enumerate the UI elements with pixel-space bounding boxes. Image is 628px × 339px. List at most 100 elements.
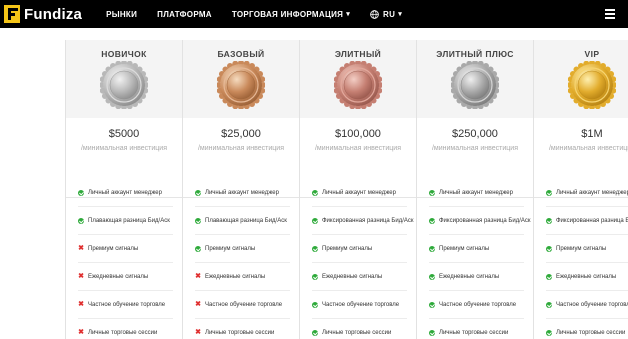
plan-feature-label: Ежедневные сигналы bbox=[556, 273, 617, 280]
plan-features-list: Личный аккаунт менеджер Фиксированная ра… bbox=[300, 179, 417, 339]
plan-feature: Фиксированная разница Бид/Аск bbox=[300, 207, 417, 235]
plan-price: $100,000 bbox=[335, 128, 381, 140]
language-selector[interactable]: RU ▾ bbox=[370, 10, 402, 19]
plan-price-note: /минимальная инвестиция bbox=[80, 145, 167, 152]
check-circle-icon bbox=[429, 302, 435, 308]
plan-feature-label: Плавающая разница Бид/Аск bbox=[205, 217, 287, 224]
check-circle-icon bbox=[546, 274, 552, 280]
check-circle-icon bbox=[312, 246, 318, 252]
brand-logo[interactable]: Fundiza bbox=[4, 0, 82, 28]
fundiza-logo-icon bbox=[4, 5, 20, 23]
plan-feature: Личный аккаунт менеджер bbox=[534, 179, 628, 207]
plan-card[interactable]: ЭЛИТНЫЙ ПЛЮС $250,000 /минимальная инвес… bbox=[416, 40, 533, 339]
cross-icon: ✖ bbox=[78, 329, 84, 336]
check-circle-icon bbox=[429, 330, 435, 336]
cross-icon: ✖ bbox=[78, 301, 84, 308]
plan-feature: ✖ Личные торговые сессии bbox=[66, 319, 183, 339]
nav-markets[interactable]: РЫНКИ bbox=[106, 10, 137, 19]
plan-feature-label: Фиксированная разница Бид/Аск bbox=[556, 217, 628, 224]
plan-feature: Ежедневные сигналы bbox=[300, 263, 417, 291]
plan-header: НОВИЧОК bbox=[66, 40, 182, 118]
hamburger-menu-icon[interactable] bbox=[605, 9, 615, 19]
plan-feature: Частное обучение торговле bbox=[534, 291, 628, 319]
medal-icon bbox=[100, 61, 148, 109]
plan-feature-label: Ежедневные сигналы bbox=[205, 273, 266, 280]
check-circle-icon bbox=[312, 190, 318, 196]
check-circle-icon bbox=[195, 246, 201, 252]
plan-feature: Ежедневные сигналы bbox=[534, 263, 628, 291]
chevron-down-icon: ▾ bbox=[398, 11, 403, 18]
check-circle-icon bbox=[78, 218, 84, 224]
plan-header: ЭЛИТНЫЙ bbox=[300, 40, 416, 118]
plan-feature-label: Частное обучение торговле bbox=[556, 301, 628, 308]
top-navigation-bar: Fundiza РЫНКИ ПЛАТФОРМА ТОРГОВАЯ ИНФОРМА… bbox=[0, 0, 628, 28]
check-circle-icon bbox=[546, 190, 552, 196]
cross-icon: ✖ bbox=[78, 245, 84, 252]
plan-feature: Личный аккаунт менеджер bbox=[66, 179, 183, 207]
plan-feature: Личные торговые сессии bbox=[534, 319, 628, 339]
nav-platform[interactable]: ПЛАТФОРМА bbox=[157, 10, 212, 19]
nav-platform-label: ПЛАТФОРМА bbox=[157, 9, 212, 19]
plan-feature: Плавающая разница Бид/Аск bbox=[183, 207, 300, 235]
plan-name: ЭЛИТНЫЙ ПЛЮС bbox=[436, 49, 514, 59]
plan-price: $5000 bbox=[108, 128, 140, 140]
plan-feature-label: Ежедневные сигналы bbox=[439, 273, 500, 280]
plan-feature-label: Фиксированная разница Бид/Аск bbox=[322, 217, 414, 224]
language-label: RU bbox=[383, 9, 396, 19]
plan-header: VIP bbox=[534, 40, 628, 118]
plan-feature-label: Частное обучение торговле bbox=[439, 301, 517, 308]
plan-feature-label: Личный аккаунт менеджер bbox=[322, 189, 396, 196]
medal-icon bbox=[451, 61, 499, 109]
plan-feature: Премиум сигналы bbox=[300, 235, 417, 263]
plan-name: БАЗОВЫЙ bbox=[217, 49, 265, 59]
plan-card[interactable]: НОВИЧОК $5000 /минимальная инвестиция Ли… bbox=[65, 40, 182, 339]
plan-header: БАЗОВЫЙ bbox=[183, 40, 299, 118]
nav-trading-info[interactable]: ТОРГОВАЯ ИНФОРМАЦИЯ ▾ bbox=[232, 10, 350, 19]
plan-price-note: /минимальная инвестиция bbox=[431, 145, 518, 152]
plan-feature: Премиум сигналы bbox=[417, 235, 534, 263]
plan-feature: Ежедневные сигналы bbox=[417, 263, 534, 291]
plan-feature: Личный аккаунт менеджер bbox=[183, 179, 300, 207]
plan-feature-label: Фиксированная разница Бид/Аск bbox=[439, 217, 531, 224]
plan-feature-label: Премиум сигналы bbox=[439, 245, 490, 252]
check-circle-icon bbox=[312, 330, 318, 336]
nav-markets-label: РЫНКИ bbox=[106, 9, 138, 19]
plan-features-list: Личный аккаунт менеджер Плавающая разниц… bbox=[66, 179, 183, 339]
chevron-down-icon: ▾ bbox=[346, 11, 351, 18]
plan-card[interactable]: ЭЛИТНЫЙ $100,000 /минимальная инвестиция… bbox=[299, 40, 416, 339]
check-circle-icon bbox=[546, 330, 552, 336]
plan-feature-label: Ежедневные сигналы bbox=[322, 273, 383, 280]
plan-feature-label: Плавающая разница Бид/Аск bbox=[88, 217, 170, 224]
plan-feature: Премиум сигналы bbox=[534, 235, 628, 263]
main-nav: РЫНКИ ПЛАТФОРМА ТОРГОВАЯ ИНФОРМАЦИЯ ▾ RU… bbox=[106, 10, 422, 19]
pricing-plans: НОВИЧОК $5000 /минимальная инвестиция Ли… bbox=[65, 40, 628, 339]
plan-feature: ✖ Личные торговые сессии bbox=[183, 319, 300, 339]
plan-feature-label: Личный аккаунт менеджер bbox=[205, 189, 279, 196]
medal-icon bbox=[217, 61, 265, 109]
plan-feature: Личные торговые сессии bbox=[417, 319, 534, 339]
plan-feature: ✖ Ежедневные сигналы bbox=[66, 263, 183, 291]
plan-features-list: Личный аккаунт менеджер Фиксированная ра… bbox=[417, 179, 534, 339]
plan-feature: Личный аккаунт менеджер bbox=[300, 179, 417, 207]
plan-card[interactable]: БАЗОВЫЙ $25,000 /минимальная инвестиция … bbox=[182, 40, 299, 339]
check-circle-icon bbox=[195, 218, 201, 224]
plan-price-note: /минимальная инвестиция bbox=[548, 145, 628, 152]
plan-feature: ✖ Частное обучение торговле bbox=[66, 291, 183, 319]
plan-feature-label: Личные торговые сессии bbox=[205, 329, 275, 336]
plan-feature: Плавающая разница Бид/Аск bbox=[66, 207, 183, 235]
plan-feature: ✖ Премиум сигналы bbox=[66, 235, 183, 263]
check-circle-icon bbox=[546, 302, 552, 308]
plan-feature: Частное обучение торговле bbox=[417, 291, 534, 319]
check-circle-icon bbox=[312, 218, 318, 224]
plan-feature: Фиксированная разница Бид/Аск bbox=[417, 207, 534, 235]
plan-card[interactable]: VIP $1M /минимальная инвестиция Личный а… bbox=[533, 40, 628, 339]
medal-icon bbox=[334, 61, 382, 109]
check-circle-icon bbox=[429, 274, 435, 280]
globe-icon bbox=[370, 9, 379, 19]
check-circle-icon bbox=[429, 190, 435, 196]
check-circle-icon bbox=[195, 190, 201, 196]
plan-feature-label: Частное обучение торговле bbox=[205, 301, 283, 308]
plan-features-list: Личный аккаунт менеджер Фиксированная ра… bbox=[534, 179, 628, 339]
plan-feature-label: Личные торговые сессии bbox=[88, 329, 158, 336]
plan-feature: ✖ Ежедневные сигналы bbox=[183, 263, 300, 291]
